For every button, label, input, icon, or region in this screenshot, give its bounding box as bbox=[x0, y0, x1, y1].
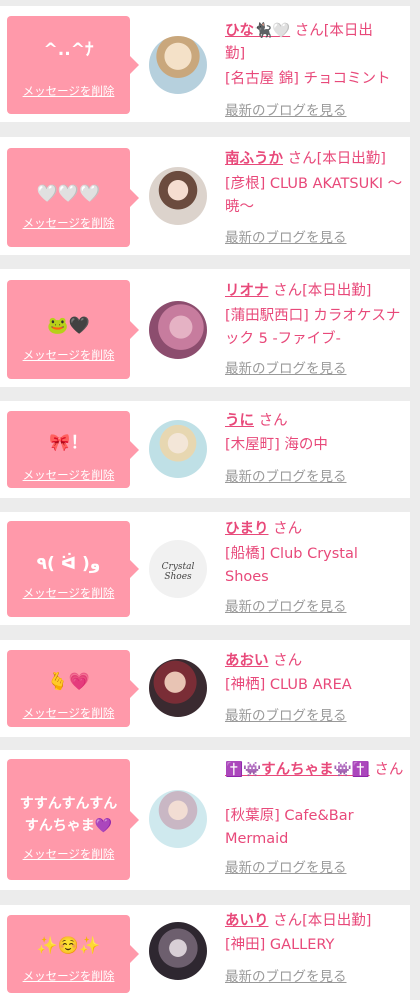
delete-message-link[interactable]: メッセージを削除 bbox=[7, 216, 130, 230]
status-text: さん bbox=[273, 521, 303, 537]
profile-name-link[interactable]: ✝️👾すんちゃま👾✝️ bbox=[225, 762, 370, 778]
message-bubble: すすんすんすんすんちゃま💜 メッセージを削除 bbox=[7, 759, 139, 880]
message-text: ✨☺️✨ bbox=[36, 936, 101, 956]
message-bubble: ^..^ﾅ メッセージを削除 bbox=[7, 16, 139, 114]
status-text: さん bbox=[258, 413, 288, 429]
delete-message-link[interactable]: メッセージを削除 bbox=[7, 586, 130, 600]
shop-name: [秋葉原] Cafe&Bar Mermaid bbox=[225, 808, 354, 847]
delete-message-link[interactable]: メッセージを削除 bbox=[7, 969, 130, 983]
profile-name-link[interactable]: あおい bbox=[225, 653, 269, 669]
status-text: さん[本日出 bbox=[294, 23, 373, 39]
status-text: さん bbox=[374, 762, 404, 778]
delete-message-link[interactable]: メッセージを削除 bbox=[7, 84, 130, 98]
shop-name: [蒲田駅西口] カラオケスナック 5 -ファイブ- bbox=[225, 308, 401, 347]
profile-name-link[interactable]: ひな🐈‍⬛🤍 bbox=[225, 23, 290, 39]
message-bubble: 🎀！ メッセージを削除 bbox=[7, 411, 139, 488]
message-text: ^..^ﾅ bbox=[43, 40, 94, 60]
delete-message-link[interactable]: メッセージを削除 bbox=[7, 706, 130, 720]
message-bubble: ✨☺️✨ メッセージを削除 bbox=[7, 915, 139, 993]
shop-name: [神栖] CLUB AREA bbox=[225, 677, 352, 693]
message-text: 🎀！ bbox=[49, 433, 88, 453]
message-card: ^..^ﾅ メッセージを削除 ひな🐈‍⬛🤍 さん[本日出 勤] [名古屋 錦] … bbox=[0, 6, 410, 122]
latest-blog-link[interactable]: 最新のブログを見る bbox=[225, 707, 347, 725]
avatar[interactable]: Crystal Shoes bbox=[149, 540, 207, 598]
status-text: さん[本日出勤] bbox=[273, 283, 372, 299]
message-text: 🐸🖤 bbox=[47, 316, 90, 336]
message-card: ✨☺️✨ メッセージを削除 あいり さん[本日出勤] [神田] GALLERY … bbox=[0, 905, 410, 1000]
message-card: 🤍🤍🤍 メッセージを削除 南ふうか さん[本日出勤] [彦根] CLUB AKA… bbox=[0, 137, 410, 255]
message-text: 🫰💗 bbox=[47, 672, 90, 692]
message-card: ٩( ᐛ )و メッセージを削除 Crystal Shoes ひまり さん [船… bbox=[0, 512, 410, 625]
status-text: さん[本日出勤] bbox=[287, 151, 386, 167]
message-text: ٩( ᐛ )و bbox=[36, 554, 101, 574]
latest-blog-link[interactable]: 最新のブログを見る bbox=[225, 598, 347, 616]
latest-blog-link[interactable]: 最新のブログを見る bbox=[225, 360, 347, 378]
avatar[interactable] bbox=[149, 659, 207, 717]
shop-name: [船橋] Club Crystal Shoes bbox=[225, 546, 358, 585]
shop-name: [名古屋 錦] チョコミント bbox=[225, 71, 391, 87]
status-text: さん[本日出勤] bbox=[273, 913, 372, 929]
profile-name-link[interactable]: 南ふうか bbox=[225, 151, 283, 167]
avatar[interactable] bbox=[149, 420, 207, 478]
message-text: 🤍🤍🤍 bbox=[36, 184, 101, 204]
message-card: 🐸🖤 メッセージを削除 リオナ さん[本日出勤] [蒲田駅西口] カラオケスナッ… bbox=[0, 269, 410, 387]
delete-message-link[interactable]: メッセージを削除 bbox=[7, 847, 130, 861]
avatar[interactable] bbox=[149, 922, 207, 980]
profile-name-link[interactable]: ひまり bbox=[225, 521, 269, 537]
latest-blog-link[interactable]: 最新のブログを見る bbox=[225, 229, 347, 247]
shop-name: [木屋町] 海の中 bbox=[225, 437, 328, 453]
delete-message-link[interactable]: メッセージを削除 bbox=[7, 348, 130, 362]
profile-name-link[interactable]: リオナ bbox=[225, 283, 269, 299]
profile-name-link[interactable]: うに bbox=[225, 413, 254, 429]
message-card: 🎀！ メッセージを削除 うに さん [木屋町] 海の中 最新のブログを見る bbox=[0, 401, 410, 498]
message-bubble: 🐸🖤 メッセージを削除 bbox=[7, 280, 139, 379]
avatar[interactable] bbox=[149, 36, 207, 94]
message-card: 🫰💗 メッセージを削除 あおい さん [神栖] CLUB AREA 最新のブログ… bbox=[0, 640, 410, 737]
status-text: さん bbox=[273, 653, 303, 669]
shop-name: [彦根] CLUB AKATSUKI 〜暁〜 bbox=[225, 176, 403, 215]
message-bubble: 🫰💗 メッセージを削除 bbox=[7, 650, 139, 727]
avatar[interactable] bbox=[149, 167, 207, 225]
message-bubble: ٩( ᐛ )و メッセージを削除 bbox=[7, 521, 139, 617]
latest-blog-link[interactable]: 最新のブログを見る bbox=[225, 468, 347, 486]
message-bubble: 🤍🤍🤍 メッセージを削除 bbox=[7, 148, 139, 247]
latest-blog-link[interactable]: 最新のブログを見る bbox=[225, 859, 347, 877]
latest-blog-link[interactable]: 最新のブログを見る bbox=[225, 102, 347, 120]
avatar[interactable] bbox=[149, 790, 207, 848]
latest-blog-link[interactable]: 最新のブログを見る bbox=[225, 968, 347, 986]
shop-name: [神田] GALLERY bbox=[225, 937, 335, 953]
status-text-cont: 勤] bbox=[225, 46, 246, 62]
profile-name-link[interactable]: あいり bbox=[225, 913, 269, 929]
avatar-logo-text: Crystal Shoes bbox=[161, 562, 195, 582]
message-card: すすんすんすんすんちゃま💜 メッセージを削除 ✝️👾すんちゃま👾✝️ さん [秋… bbox=[0, 750, 410, 890]
delete-message-link[interactable]: メッセージを削除 bbox=[7, 468, 130, 482]
avatar[interactable] bbox=[149, 301, 207, 359]
message-text: すすんすんすんすんちゃま💜 bbox=[19, 796, 118, 834]
